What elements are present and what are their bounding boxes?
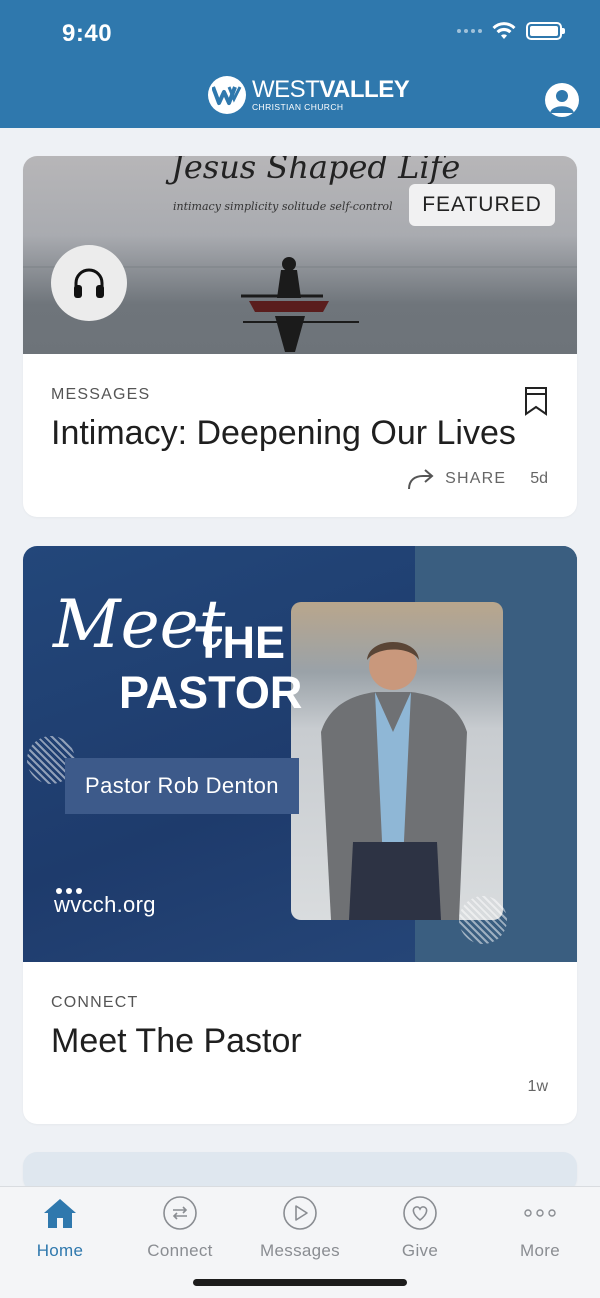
feed-card-meet-the-pastor[interactable]: Meet THE PASTOR Pastor Rob Denton wvcch.… [23,546,577,1124]
play-icon [282,1195,318,1231]
tab-home[interactable]: Home [0,1195,120,1265]
tab-more[interactable]: More [480,1195,600,1265]
pastor-name-label: Pastor Rob Denton [65,758,299,814]
card-title[interactable]: Intimacy: Deepening Our Lives [51,414,549,453]
image-headline-pastor: PASTOR [119,666,303,718]
more-icon [522,1195,558,1231]
featured-badge: FEATURED [409,184,555,226]
logo-subtitle: CHRISTIAN CHURCH [252,102,344,113]
tab-connect[interactable]: Connect [120,1195,240,1265]
image-headline: THE PASTOR [119,618,302,717]
app-header: 9:40 WESTVALLEY CHRISTIAN CHURCH [0,0,600,128]
tab-messages[interactable]: Messages [240,1195,360,1265]
share-icon[interactable] [407,468,435,490]
tab-home-label: Home [36,1241,84,1260]
image-headline-the: THE [195,617,285,668]
status-icons [457,22,565,40]
connect-icon [162,1195,198,1231]
battery-icon [526,22,565,40]
tab-give-label: Give [401,1241,439,1260]
tab-connect-label: Connect [147,1241,213,1260]
card-category: CONNECT [51,994,139,1011]
signal-icon [457,29,482,33]
share-button[interactable]: SHARE [445,470,506,488]
tab-give[interactable]: Give [360,1195,480,1265]
feed-card-featured-message[interactable]: Jesus Shaped Life intimacy simplicity so… [23,156,577,517]
card-timestamp: 5d [530,470,548,487]
tab-more-label: More [520,1241,560,1260]
tab-messages-label: Messages [260,1241,340,1260]
pastor-photo [291,602,503,920]
logo-valley: VALLEY [319,76,410,104]
logo-mark-icon [208,76,246,114]
card-timestamp: 1w [527,1078,548,1095]
headphones-icon[interactable] [51,245,127,321]
heart-icon [402,1195,438,1231]
bookmark-icon[interactable] [523,386,549,416]
meet-the-pastor-image: Meet THE PASTOR Pastor Rob Denton wvcch.… [23,546,577,962]
wifi-icon [492,22,516,39]
card-title[interactable]: Meet The Pastor [51,1022,549,1061]
featured-message-image: Jesus Shaped Life intimacy simplicity so… [23,156,577,354]
decorative-circle [459,896,507,944]
logo-west: WEST [252,76,320,104]
profile-icon[interactable] [545,83,579,117]
site-url: wvcch.org [54,892,156,917]
card-category: MESSAGES [51,386,151,403]
home-indicator[interactable] [193,1279,407,1286]
home-icon [42,1195,78,1231]
church-logo: WESTVALLEY CHRISTIAN CHURCH [208,76,410,114]
status-time: 9:40 [62,20,113,47]
